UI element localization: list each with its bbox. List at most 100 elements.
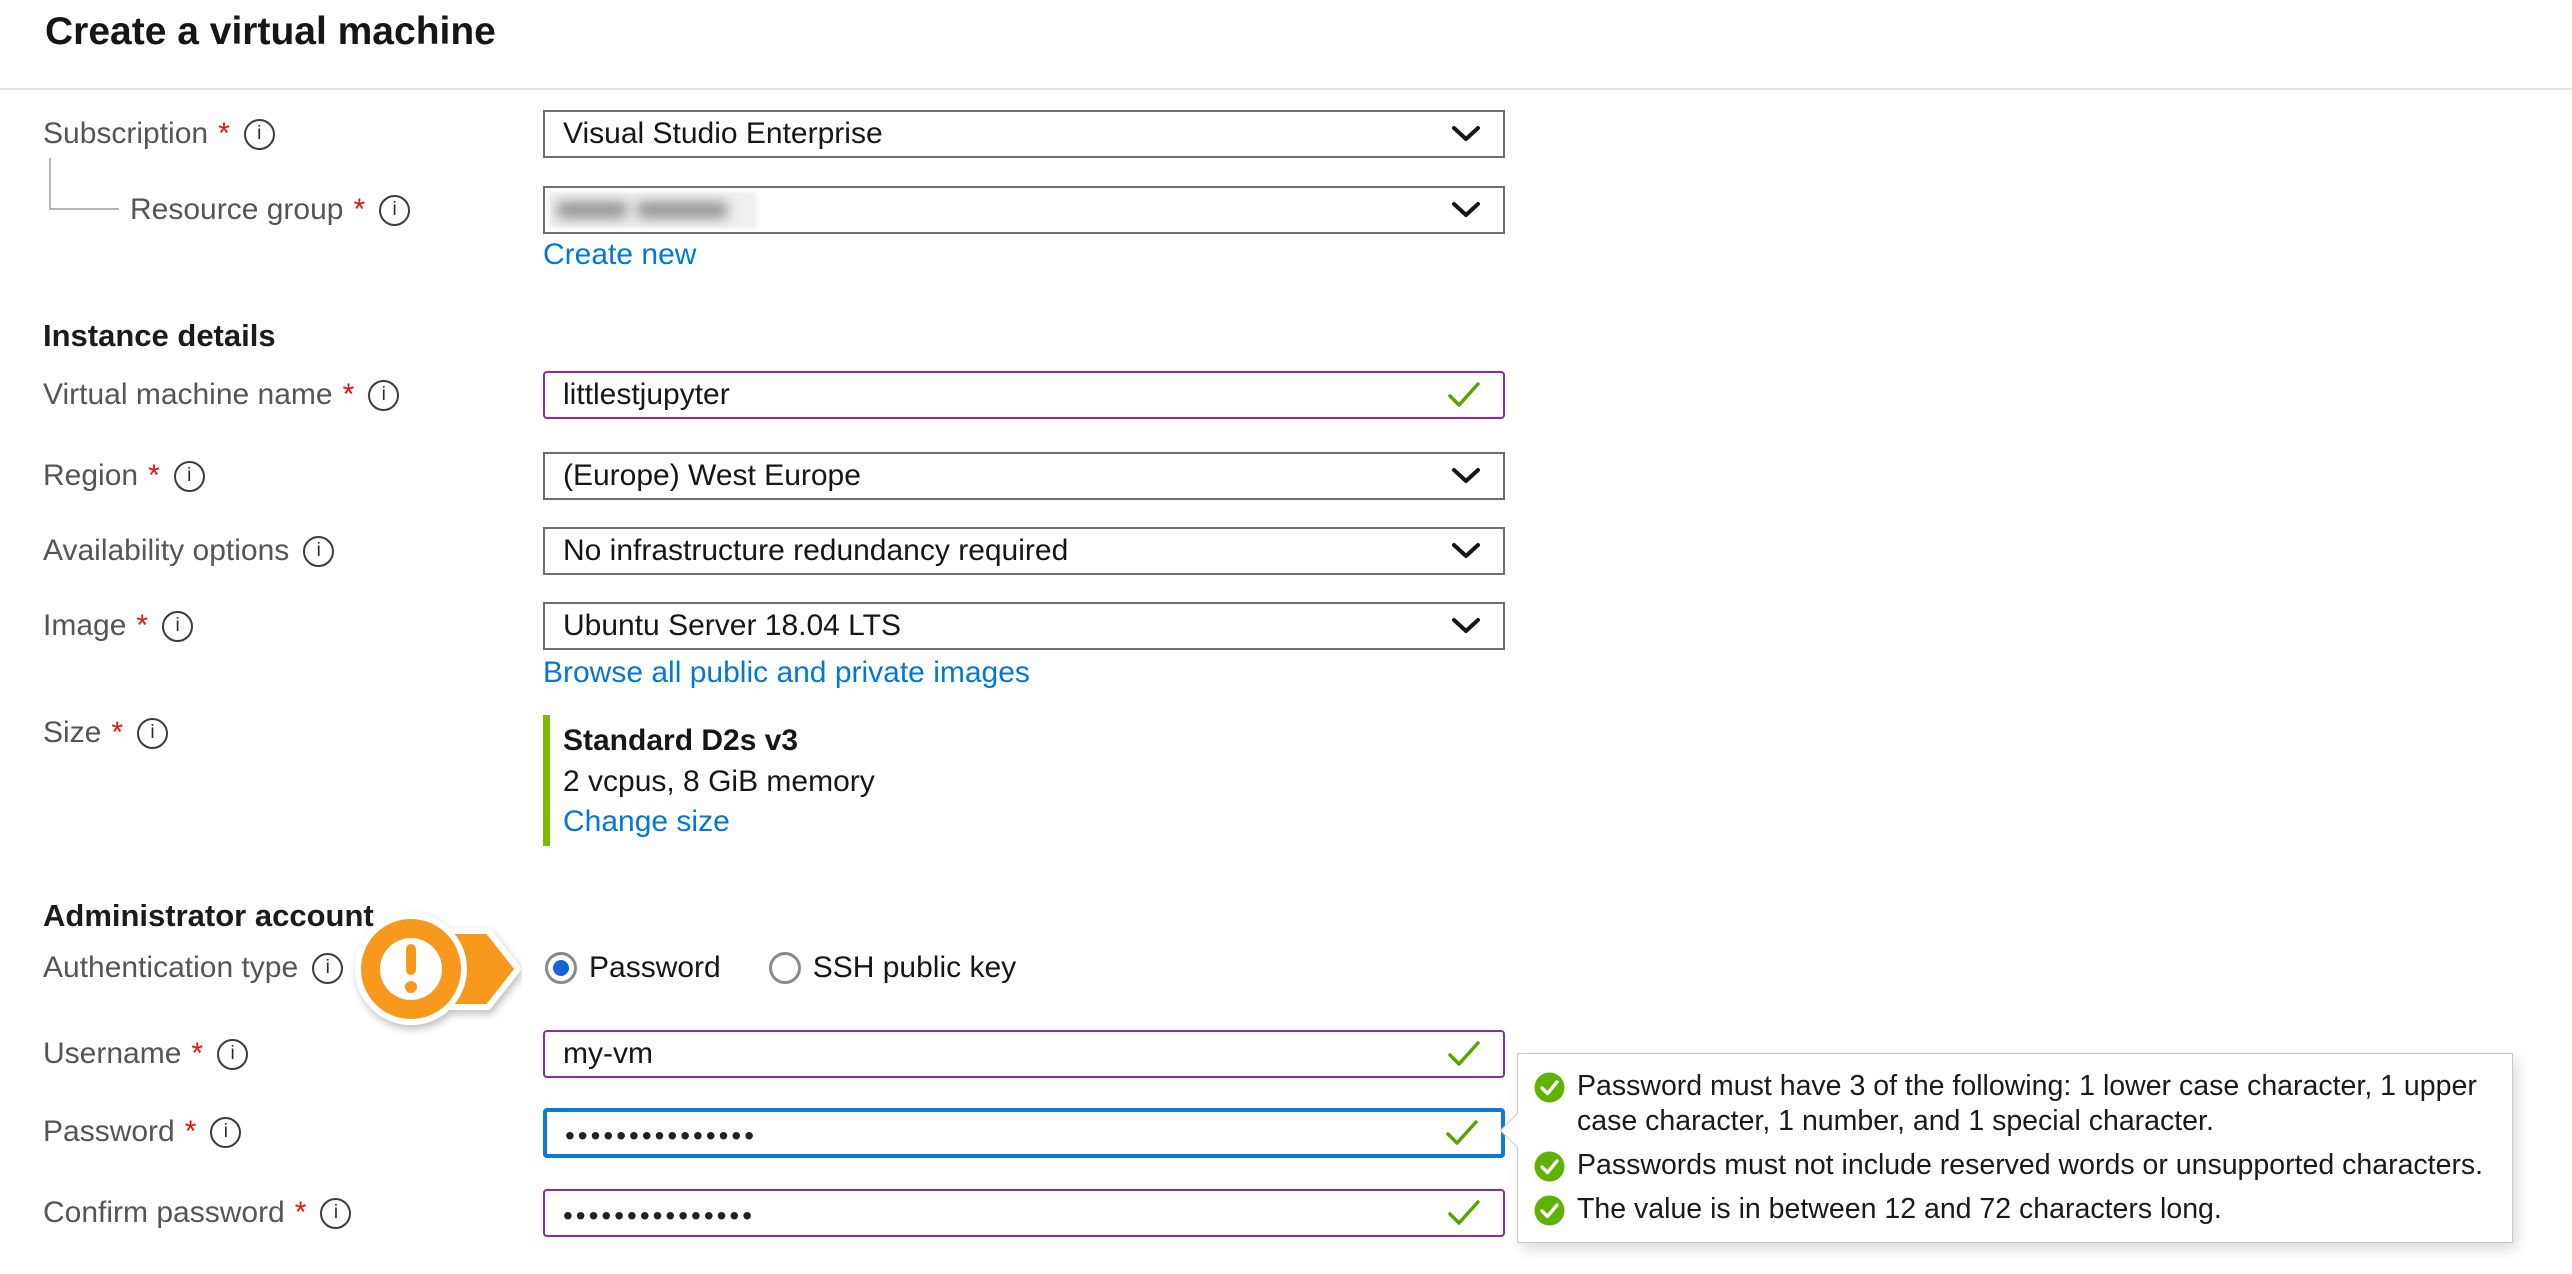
image-value: Ubuntu Server 18.04 LTS bbox=[563, 609, 901, 643]
radio-password[interactable]: Password bbox=[545, 951, 721, 985]
required-asterisk: * bbox=[148, 459, 160, 493]
password-rules-tooltip: Password must have 3 of the following: 1… bbox=[1517, 1053, 2513, 1243]
password-input[interactable]: ••••••••••••••• bbox=[543, 1108, 1505, 1158]
size-label-row: Size * i bbox=[43, 709, 168, 757]
info-icon[interactable]: i bbox=[217, 1039, 248, 1070]
size-specs: 2 vcpus, 8 GiB memory bbox=[563, 765, 875, 799]
info-icon[interactable]: i bbox=[379, 195, 410, 226]
auth-type-label: Authentication type bbox=[43, 951, 298, 985]
tooltip-caret bbox=[1500, 1113, 1535, 1148]
required-asterisk: * bbox=[191, 1037, 203, 1071]
radio-selected-icon bbox=[545, 952, 577, 984]
size-name: Standard D2s v3 bbox=[563, 724, 798, 758]
info-icon[interactable]: i bbox=[137, 718, 168, 749]
info-icon[interactable]: i bbox=[174, 461, 205, 492]
info-glyph: i bbox=[224, 1121, 228, 1143]
info-glyph: i bbox=[150, 722, 154, 744]
info-glyph: i bbox=[326, 957, 330, 979]
chevron-down-icon bbox=[1451, 201, 1481, 219]
subscription-dropdown[interactable]: Visual Studio Enterprise bbox=[543, 110, 1505, 158]
tooltip-rule-item: The value is in between 12 and 72 charac… bbox=[1534, 1192, 2492, 1227]
blur-blob bbox=[557, 202, 627, 218]
chevron-down-icon bbox=[1451, 542, 1481, 560]
create-new-link[interactable]: Create new bbox=[543, 238, 696, 272]
change-size-link[interactable]: Change size bbox=[563, 805, 730, 839]
password-label: Password bbox=[43, 1115, 175, 1149]
info-icon[interactable]: i bbox=[368, 380, 399, 411]
success-check-icon bbox=[1534, 1072, 1565, 1103]
info-glyph: i bbox=[334, 1202, 338, 1224]
info-icon[interactable]: i bbox=[303, 536, 334, 567]
info-icon[interactable]: i bbox=[244, 119, 275, 150]
region-dropdown[interactable]: (Europe) West Europe bbox=[543, 452, 1505, 500]
tree-connector-horizontal bbox=[49, 208, 119, 210]
page-title: Create a virtual machine bbox=[45, 10, 496, 54]
required-asterisk: * bbox=[353, 193, 365, 227]
image-label: Image bbox=[43, 609, 126, 643]
chevron-down-icon bbox=[1451, 125, 1481, 143]
radio-dot bbox=[553, 960, 569, 976]
confirm-password-label-row: Confirm password * i bbox=[43, 1189, 351, 1237]
required-asterisk: * bbox=[136, 609, 148, 643]
availability-label-row: Availability options i bbox=[43, 527, 334, 575]
divider bbox=[0, 88, 2572, 90]
tooltip-rule-text: Password must have 3 of the following: 1… bbox=[1577, 1069, 2492, 1139]
confirm-password-label: Confirm password bbox=[43, 1196, 285, 1230]
info-glyph: i bbox=[317, 540, 321, 562]
region-label: Region bbox=[43, 459, 138, 493]
success-check-icon bbox=[1534, 1195, 1565, 1226]
create-vm-page: Create a virtual machine Subscription * … bbox=[0, 0, 2572, 1274]
region-label-row: Region * i bbox=[43, 452, 205, 500]
username-input[interactable]: my-vm bbox=[543, 1030, 1505, 1078]
confirm-password-input[interactable]: ••••••••••••••• bbox=[543, 1189, 1505, 1237]
info-icon[interactable]: i bbox=[162, 611, 193, 642]
region-value: (Europe) West Europe bbox=[563, 459, 861, 493]
availability-label: Availability options bbox=[43, 534, 289, 568]
valid-check-icon bbox=[1447, 1040, 1481, 1068]
image-dropdown[interactable]: Ubuntu Server 18.04 LTS bbox=[543, 602, 1505, 650]
info-glyph: i bbox=[382, 384, 386, 406]
resource-group-label: Resource group bbox=[130, 193, 343, 227]
radio-password-label: Password bbox=[589, 951, 721, 985]
tooltip-rule-item: Password must have 3 of the following: 1… bbox=[1534, 1069, 2492, 1139]
valid-check-icon bbox=[1447, 1199, 1481, 1227]
subscription-value: Visual Studio Enterprise bbox=[563, 117, 883, 151]
info-icon[interactable]: i bbox=[320, 1198, 351, 1229]
info-glyph: i bbox=[393, 199, 397, 221]
valid-check-icon bbox=[1447, 381, 1481, 409]
resource-group-label-row: Resource group * i bbox=[130, 186, 410, 234]
info-glyph: i bbox=[257, 123, 261, 145]
availability-value: No infrastructure redundancy required bbox=[563, 534, 1068, 568]
confirm-password-masked-value: ••••••••••••••• bbox=[563, 1194, 755, 1232]
required-asterisk: * bbox=[343, 378, 355, 412]
radio-ssh-label: SSH public key bbox=[813, 951, 1016, 985]
username-value: my-vm bbox=[563, 1037, 653, 1071]
vm-name-label-row: Virtual machine name * i bbox=[43, 371, 399, 419]
radio-ssh-public-key[interactable]: SSH public key bbox=[769, 951, 1016, 985]
required-asterisk: * bbox=[111, 716, 123, 750]
password-masked-value: ••••••••••••••• bbox=[565, 1114, 757, 1152]
tooltip-rule-item: Passwords must not include reserved word… bbox=[1534, 1148, 2492, 1183]
tooltip-rule-text: The value is in between 12 and 72 charac… bbox=[1577, 1192, 2222, 1227]
info-glyph: i bbox=[230, 1043, 234, 1065]
subscription-label-row: Subscription * i bbox=[43, 110, 275, 158]
size-accent-bar bbox=[543, 715, 550, 846]
size-label: Size bbox=[43, 716, 101, 750]
section-administrator-account: Administrator account bbox=[43, 898, 374, 934]
vm-name-input[interactable]: littlestjupyter bbox=[543, 371, 1505, 419]
browse-images-link[interactable]: Browse all public and private images bbox=[543, 656, 1030, 690]
vm-name-value: littlestjupyter bbox=[563, 378, 730, 412]
vm-name-label: Virtual machine name bbox=[43, 378, 333, 412]
blur-blob bbox=[637, 202, 727, 218]
availability-dropdown[interactable]: No infrastructure redundancy required bbox=[543, 527, 1505, 575]
chevron-down-icon bbox=[1451, 617, 1481, 635]
auth-type-label-row: Authentication type i bbox=[43, 944, 343, 992]
section-instance-details: Instance details bbox=[43, 318, 276, 354]
radio-unselected-icon bbox=[769, 952, 801, 984]
tree-connector-vertical bbox=[49, 158, 51, 210]
required-asterisk: * bbox=[295, 1196, 307, 1230]
info-glyph: i bbox=[175, 615, 179, 637]
required-asterisk: * bbox=[218, 117, 230, 151]
info-icon[interactable]: i bbox=[210, 1117, 241, 1148]
chevron-down-icon bbox=[1451, 467, 1481, 485]
